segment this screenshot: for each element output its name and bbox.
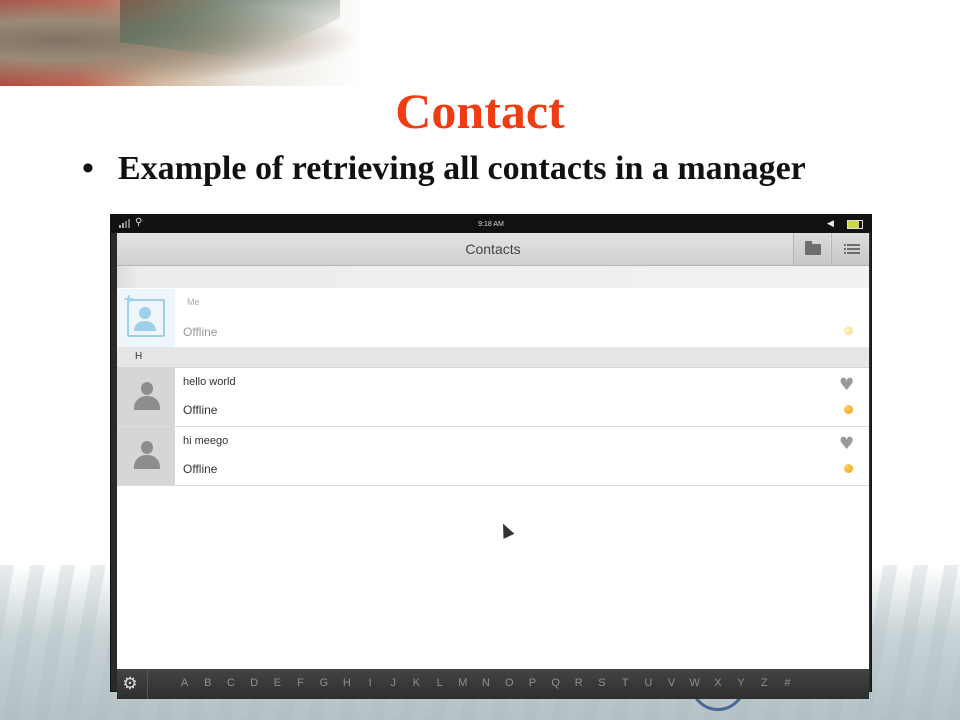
contact-status: Offline <box>183 462 218 476</box>
alphabet-letter[interactable]: K <box>405 677 428 689</box>
gear-icon[interactable]: ⚙ <box>121 675 139 693</box>
presence-dot-icon <box>844 326 853 335</box>
alphabet-letter[interactable]: A <box>173 677 196 689</box>
alphabet-letter[interactable]: S <box>590 677 613 689</box>
contact-name: hi meego <box>183 435 229 447</box>
alphabet-letter[interactable]: J <box>382 677 405 689</box>
mouse-cursor-icon <box>497 521 515 539</box>
heart-icon[interactable]: ♥ <box>839 377 857 394</box>
menu-button[interactable] <box>831 233 868 265</box>
section-header-letter: H <box>135 351 143 362</box>
presence-dot-icon <box>844 405 853 414</box>
alphabet-index-bar: ⚙ A B C D E F G H I J K L M N O P Q R S T U V W X Y Z # <box>117 669 869 699</box>
alphabet-letter[interactable]: F <box>289 677 312 689</box>
section-header: H <box>117 347 869 368</box>
slide-title: Contact <box>395 83 565 139</box>
app-title: Contacts <box>465 241 521 257</box>
contact-name: hello world <box>183 376 236 388</box>
contact-name: Me <box>187 297 200 307</box>
alphabet-letter[interactable]: W <box>683 677 706 689</box>
alphabet-letter[interactable]: # <box>776 677 799 689</box>
alphabet-letter[interactable]: L <box>428 677 451 689</box>
filter-bar <box>117 266 869 288</box>
alphabet-letter[interactable]: G <box>312 677 335 689</box>
alphabet-letter[interactable]: B <box>196 677 219 689</box>
avatar <box>117 427 175 485</box>
alphabet-letter[interactable]: Q <box>544 677 567 689</box>
bullet-text: Example of retrieving all contacts in a … <box>118 150 806 187</box>
presence-dot-icon <box>844 464 853 473</box>
device-screenshot: ⚲ 9:18 AM ◀ Contacts + Me Offline H hell… <box>110 214 872 699</box>
divider <box>147 669 148 699</box>
avatar <box>117 368 175 426</box>
person-icon <box>134 441 160 471</box>
alphabet-letter[interactable]: Z <box>753 677 776 689</box>
heart-icon[interactable]: ♥ <box>839 436 857 453</box>
alphabet-letter[interactable]: R <box>567 677 590 689</box>
header-decoration-roof <box>120 0 340 60</box>
alphabet-letter[interactable]: Y <box>730 677 753 689</box>
status-bar: ⚲ 9:18 AM ◀ <box>111 215 871 233</box>
contact-row-me[interactable]: + Me Offline <box>117 289 869 348</box>
person-icon <box>134 382 160 412</box>
alphabet-letter[interactable]: O <box>498 677 521 689</box>
alphabet-letter[interactable]: C <box>219 677 242 689</box>
app-titlebar: Contacts <box>117 233 869 266</box>
alphabet-letter[interactable]: D <box>243 677 266 689</box>
battery-icon <box>847 220 863 229</box>
alphabet-letter[interactable]: I <box>359 677 382 689</box>
alphabet-letter[interactable]: V <box>660 677 683 689</box>
contact-row[interactable]: hello world Offline ♥ <box>117 368 869 427</box>
folder-button[interactable] <box>793 233 830 265</box>
plus-icon: + <box>124 291 134 308</box>
bullet-item: • Example of retrieving all contacts in a… <box>82 150 806 188</box>
alphabet-letter[interactable]: U <box>637 677 660 689</box>
alphabet-letter[interactable]: X <box>706 677 729 689</box>
alphabet-letter[interactable]: P <box>521 677 544 689</box>
alphabet-letter[interactable]: H <box>335 677 358 689</box>
contact-row[interactable]: hi meego Offline ♥ <box>117 427 869 486</box>
contacts-screen: Contacts + Me Offline H hello world Offl… <box>117 233 869 699</box>
header-decoration-image <box>0 0 360 86</box>
volume-icon[interactable]: ◀ <box>827 218 834 229</box>
bullet-dot: • <box>82 150 94 187</box>
alphabet-letter[interactable]: N <box>474 677 497 689</box>
avatar: + <box>117 289 175 347</box>
alphabet-letter[interactable]: M <box>451 677 474 689</box>
contact-status: Offline <box>183 325 218 339</box>
alphabet-letter[interactable]: E <box>266 677 289 689</box>
menu-list-icon <box>844 244 860 254</box>
contact-status: Offline <box>183 403 218 417</box>
status-time: 9:18 AM <box>478 221 504 228</box>
folder-icon <box>805 241 821 255</box>
alphabet-letters: A B C D E F G H I J K L M N O P Q R S T U V W X Y Z # <box>173 677 799 689</box>
alphabet-letter[interactable]: T <box>614 677 637 689</box>
